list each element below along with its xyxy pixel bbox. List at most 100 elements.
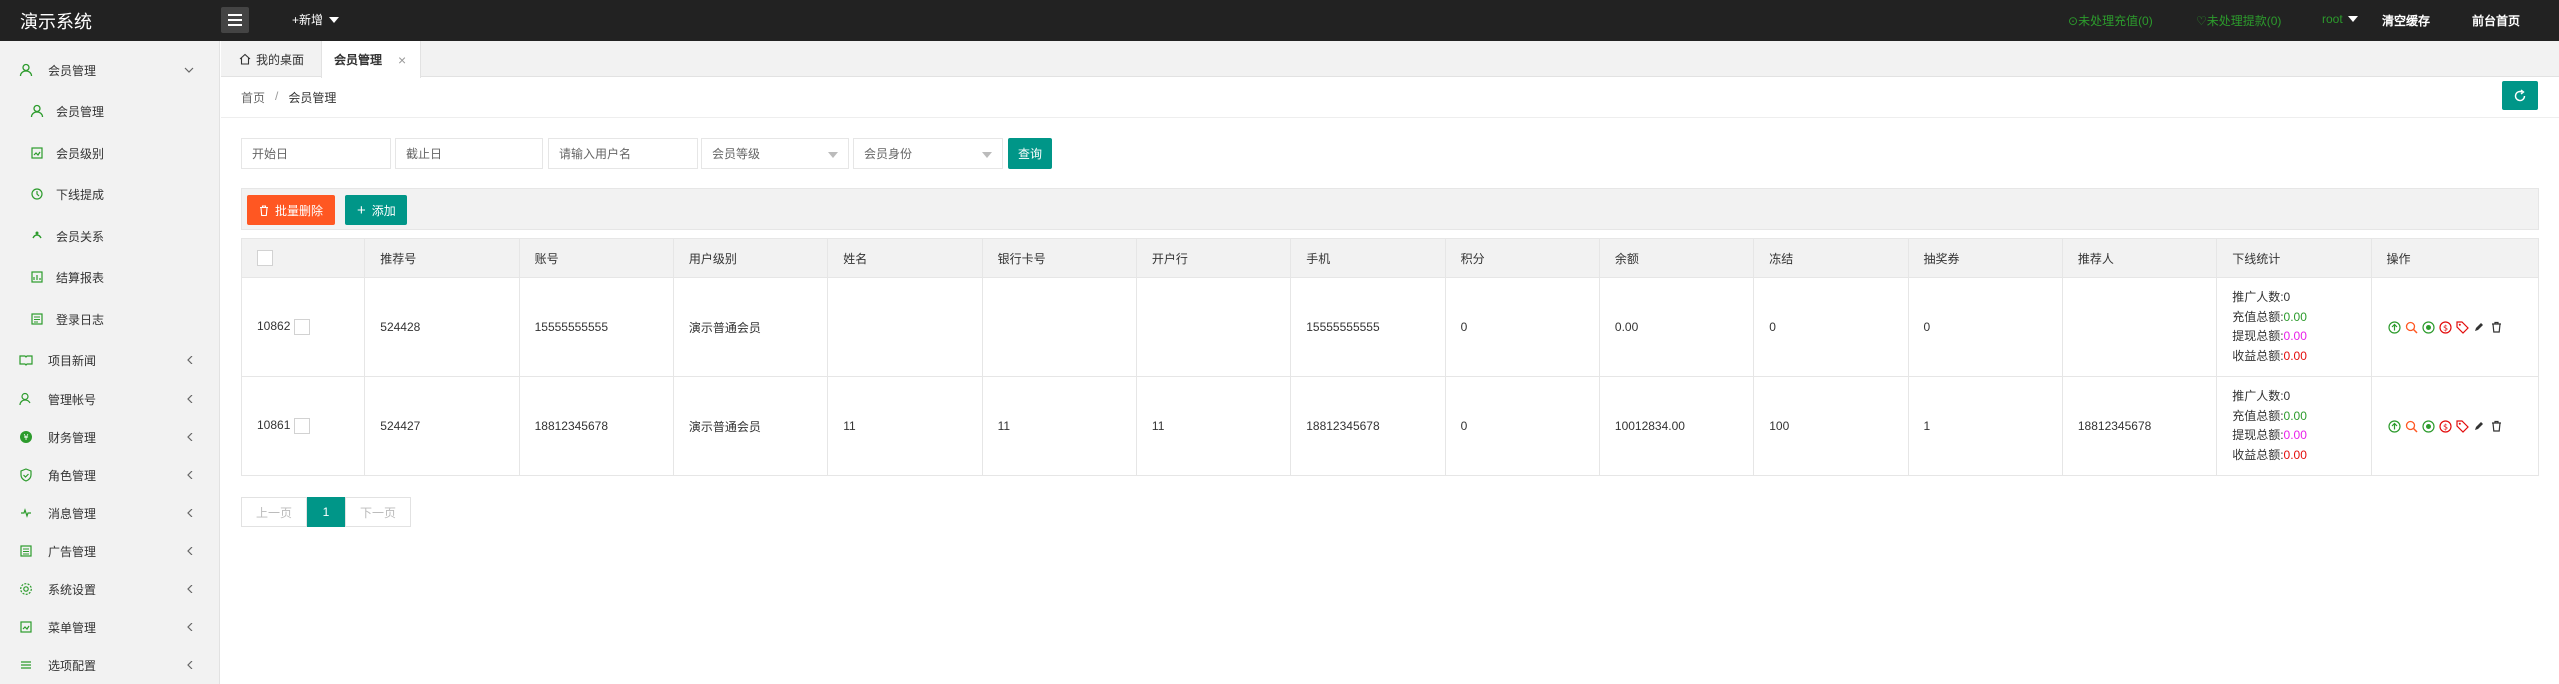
add-button[interactable]: + 添加 [345,195,407,225]
row-checkbox[interactable] [293,319,310,335]
search-icon[interactable] [2404,419,2419,434]
money-icon[interactable]: $ [2438,419,2453,434]
stat-value: 0.00 [2283,428,2307,442]
sidebar-subitem-settlement-report[interactable]: 结算报表 [0,258,220,296]
sidebar-item-finance[interactable]: ¥ 财务管理 [0,418,220,456]
sidebar-item-system-settings[interactable]: 系统设置 [0,570,220,608]
username-input[interactable]: 请输入用户名 [548,138,698,169]
sidebar-item-label: 广告管理 [48,544,97,559]
sidebar-item-option-config[interactable]: 选项配置 [0,646,220,684]
next-page-button[interactable]: 下一页 [345,497,411,527]
member-level-select[interactable]: 会员等级 [701,138,849,169]
delete-icon[interactable] [2489,419,2504,434]
sidebar-item-member-management[interactable]: 会员管理 [0,51,220,89]
plus-icon: + [357,201,366,219]
sidebar-item-label: 会员级别 [56,146,105,161]
member-identity-select[interactable]: 会员身份 [853,138,1003,169]
shield-icon[interactable] [2421,320,2436,335]
chevron-left-icon [187,356,193,364]
balance-cell: 10012834.00 [1598,376,1755,476]
tag-icon[interactable] [2455,320,2470,335]
role-icon [20,468,32,482]
select-value: 会员等级 [712,147,761,161]
frozen-cell: 0 [1753,277,1909,377]
row-checkbox[interactable] [293,418,310,434]
caret-down-icon [2347,16,2358,22]
money-icon[interactable]: $ [2438,320,2453,335]
button-label: 批量删除 [275,203,324,218]
settings-icon [20,583,32,595]
upgrade-icon[interactable] [2387,320,2402,335]
clear-cache-link[interactable]: 清空缓存 [2382,12,2430,29]
edit-icon[interactable] [2472,419,2487,434]
card-cell: 11 [981,376,1137,476]
refresh-button[interactable] [2502,81,2538,110]
page-1-button[interactable]: 1 [307,497,345,527]
select-all-checkbox[interactable] [257,250,273,266]
edit-icon[interactable] [2472,320,2487,335]
relation-icon [32,231,42,239]
unhandled-withdraw-link[interactable]: ♡未处理提款(0) [2196,12,2281,29]
sidebar-subitem-login-log[interactable]: 登录日志 [0,300,220,338]
sidebar-subitem-relations[interactable]: 会员关系 [0,217,220,255]
delete-icon[interactable] [2489,320,2504,335]
column-header: 积分 [1444,238,1600,278]
name-cell [827,277,983,377]
tab-member-management[interactable]: 会员管理 × [321,41,421,78]
report-icon [31,271,43,283]
sidebar-toggle-button[interactable] [221,7,249,33]
menu-icon [20,621,32,633]
sidebar-item-admin-account[interactable]: 管理帐号 [0,380,220,418]
upgrade-icon[interactable] [2387,419,2402,434]
search-button[interactable]: 查询 [1008,138,1052,169]
new-dropdown[interactable]: +新增 [292,11,340,28]
news-icon [19,355,33,366]
sidebar-subitem-member-management[interactable]: 会员管理 [0,92,220,130]
tag-icon[interactable] [2455,419,2470,434]
points-cell: 0 [1444,376,1600,476]
phone-cell: 18812345678 [1290,376,1446,476]
shield-icon[interactable] [2421,419,2436,434]
sidebar-item-label: 会员管理 [48,63,97,78]
sidebar-item-label: 选项配置 [48,658,97,673]
user-icon [30,104,44,118]
sidebar-subitem-commission[interactable]: 下线提成 [0,175,220,213]
stat-label: 推广人数: [2232,290,2284,304]
tab-my-desktop[interactable]: 我的桌面 [233,41,313,77]
sidebar-item-label: 会员管理 [56,104,105,119]
stat-value: 0.00 [2283,309,2307,324]
chevron-left-icon [187,585,193,593]
batch-delete-button[interactable]: 批量删除 [247,195,336,225]
unhandled-recharge-link[interactable]: ⊙未处理充值(0) [2068,12,2153,29]
row-id: 10862 [257,319,291,334]
chevron-left-icon [187,547,193,555]
sidebar-item-messages[interactable]: 消息管理 [0,494,220,532]
sidebar-item-label: 消息管理 [48,506,97,521]
close-icon[interactable]: × [398,52,406,68]
sidebar-item-label: 结算报表 [56,270,105,285]
prev-page-button[interactable]: 上一页 [241,497,307,527]
svg-text:¥: ¥ [23,433,28,442]
referrer-cell [2061,277,2218,377]
ad-icon [20,545,32,557]
frontend-home-link[interactable]: 前台首页 [2472,12,2520,29]
stat-label: 提现总额: [2232,428,2284,442]
stat-label: 充值总额: [2232,309,2284,324]
user-menu[interactable]: root [2322,12,2358,26]
sidebar-item-project-news[interactable]: 项目新闻 [0,341,220,379]
sidebar-item-roles[interactable]: 角色管理 [0,456,220,494]
bank-cell: 11 [1135,376,1292,476]
withdraw-icon: ♡ [2196,14,2207,28]
sidebar-subitem-member-level[interactable]: 会员级别 [0,134,220,172]
svg-text:$: $ [2442,422,2447,431]
caret-down-icon [982,152,992,158]
start-date-input[interactable]: 开始日 [241,138,391,169]
recharge-icon: ⊙ [2068,14,2079,28]
sidebar-item-ads[interactable]: 广告管理 [0,532,220,570]
search-icon[interactable] [2404,320,2419,335]
trash-icon [260,204,268,216]
tickets-cell: 0 [1907,277,2063,377]
end-date-input[interactable]: 截止日 [395,138,543,169]
sidebar-item-menu-management[interactable]: 菜单管理 [0,608,220,646]
breadcrumb-home[interactable]: 首页 [241,89,265,106]
